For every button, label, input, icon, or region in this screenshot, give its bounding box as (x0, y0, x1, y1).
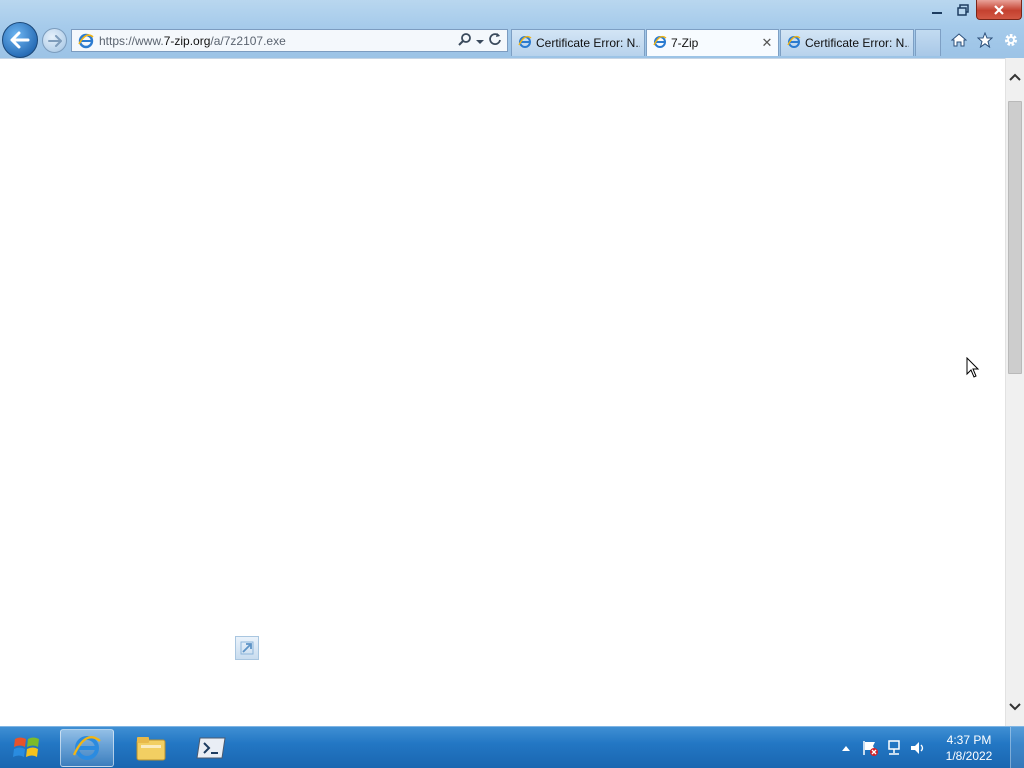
tab-7-zip[interactable]: 7-Zip ✕ (646, 29, 779, 56)
favorites-star-icon[interactable] (976, 30, 994, 50)
action-center-flag-icon[interactable] (860, 738, 880, 758)
forward-button[interactable] (42, 28, 67, 53)
dropdown-arrow-icon[interactable] (476, 34, 484, 48)
new-tab-button[interactable] (915, 29, 941, 56)
window-controls (924, 0, 1022, 20)
ie-tab-icon (787, 35, 801, 52)
ie-tab-icon (518, 35, 532, 52)
browser-chrome: https://www.7-zip.org/a/7z2107.exe Certi… (0, 0, 1024, 58)
volume-icon[interactable] (908, 738, 928, 758)
tab-label: Certificate Error: N... (805, 36, 909, 50)
address-url[interactable]: https://www.7-zip.org/a/7z2107.exe (99, 34, 458, 48)
tab-label: 7-Zip (671, 36, 699, 50)
close-button[interactable] (976, 0, 1022, 20)
folder-icon (136, 737, 166, 761)
mouse-cursor-icon (966, 357, 980, 378)
scroll-down-icon[interactable] (1006, 696, 1024, 718)
back-button[interactable] (2, 22, 38, 58)
clock-date: 1/8/2022 (945, 749, 993, 763)
windows-logo-icon (13, 737, 39, 757)
tab-certificate-error-1[interactable]: Certificate Error: N... (511, 29, 645, 56)
ie-tab-icon (653, 35, 667, 52)
powershell-icon (196, 737, 226, 759)
url-prefix: https://www. (99, 33, 164, 48)
broken-image-icon (235, 636, 259, 660)
taskbar-file-explorer[interactable] (124, 729, 178, 767)
show-hidden-icons-icon[interactable] (836, 738, 856, 758)
page-content (0, 58, 1005, 726)
scrollbar-thumb[interactable] (1008, 101, 1022, 374)
url-domain: 7-zip.org (163, 33, 211, 48)
network-icon[interactable] (884, 738, 904, 758)
system-tray: 4:37 PM 1/8/2022 (836, 727, 1024, 768)
home-icon[interactable] (950, 30, 968, 50)
tab-strip: Certificate Error: N... 7-Zip ✕ Certific… (511, 29, 942, 56)
taskbar-powershell[interactable] (184, 729, 238, 767)
gear-icon[interactable] (1002, 30, 1020, 50)
tab-label: Certificate Error: N... (536, 36, 640, 50)
url-path: /a/7z2107.exe (210, 33, 286, 48)
search-icon[interactable] (458, 32, 472, 49)
browser-toolbar-icons (950, 30, 1020, 50)
vertical-scrollbar[interactable] (1005, 58, 1024, 726)
restore-button[interactable] (950, 0, 976, 20)
address-bar[interactable]: https://www.7-zip.org/a/7z2107.exe (71, 29, 508, 52)
forward-arrow-icon (47, 34, 62, 47)
show-desktop-button[interactable] (1010, 727, 1024, 768)
tab-certificate-error-2[interactable]: Certificate Error: N... (780, 29, 914, 56)
close-tab-icon[interactable]: ✕ (760, 35, 774, 51)
minimize-button[interactable] (924, 0, 950, 20)
scroll-up-icon[interactable] (1006, 66, 1024, 88)
clock-time: 4:37 PM (946, 733, 992, 747)
taskbar: 4:37 PM 1/8/2022 (0, 726, 1024, 768)
start-button[interactable] (3, 730, 51, 766)
internet-explorer-icon (72, 736, 101, 760)
refresh-icon[interactable] (488, 32, 502, 49)
clock[interactable]: 4:37 PM 1/8/2022 (936, 732, 1002, 764)
taskbar-internet-explorer[interactable] (60, 729, 114, 767)
ie-page-icon (77, 32, 95, 50)
back-arrow-icon (10, 31, 30, 49)
